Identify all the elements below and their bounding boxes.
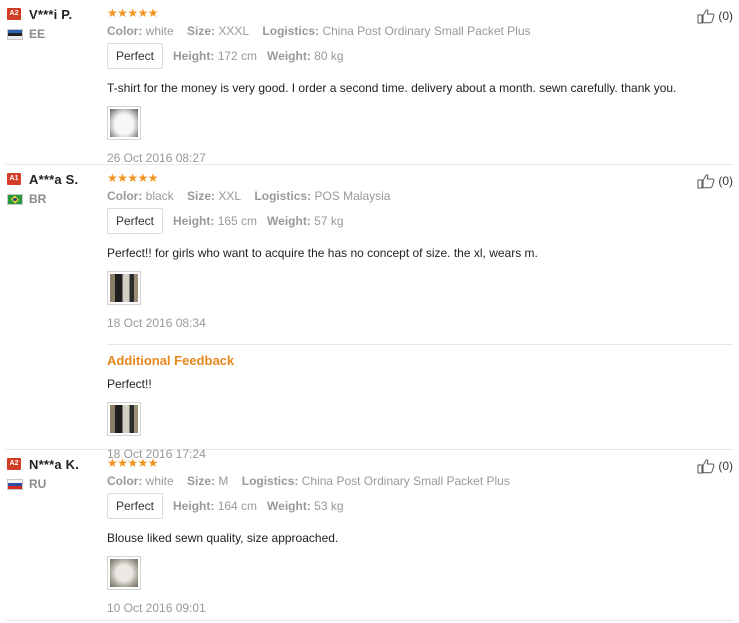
reviewer-name: A***a S. <box>29 171 79 187</box>
fit-badge: Perfect <box>107 43 164 69</box>
logistics-label: Logistics: <box>254 189 312 203</box>
size-value: XXL <box>218 189 242 203</box>
review-photo-thumbnail[interactable] <box>107 106 141 140</box>
review-item: A2 N***a K. RU ★★★★★ Color: white Size: … <box>6 450 733 621</box>
additional-feedback-title: Additional Feedback <box>107 353 235 368</box>
review-photo-thumbnail[interactable] <box>107 556 141 590</box>
helpful-count: (0) <box>718 459 733 473</box>
reviewer-info: A1 A***a S. BR <box>7 172 103 206</box>
size-label: Size: <box>187 24 216 38</box>
color-label: Color: <box>107 24 143 38</box>
height-value: 165 cm <box>217 214 258 228</box>
reviewer-name: V***i P. <box>29 6 73 22</box>
color-value: black <box>145 189 174 203</box>
star-rating: ★★★★★ <box>107 6 158 20</box>
review-photo-thumbnail[interactable] <box>107 271 141 305</box>
thumbs-up-icon <box>697 174 715 189</box>
country-code: EE <box>29 27 46 41</box>
reviewer-name: N***a K. <box>29 456 80 472</box>
color-label: Color: <box>107 474 143 488</box>
helpful-count: (0) <box>718 9 733 23</box>
logistics-value: China Post Ordinary Small Packet Plus <box>322 24 531 38</box>
color-value: white <box>145 24 174 38</box>
weight-label: Weight: <box>267 499 311 513</box>
thumbs-up-icon <box>697 459 715 474</box>
russia-flag-icon <box>7 478 23 490</box>
fit-badge: Perfect <box>107 493 164 519</box>
review-content: ★★★★★ Color: white Size: XXXL Logistics:… <box>107 7 733 165</box>
level-badge-icon: A2 <box>7 458 21 470</box>
additional-photo-thumbnail[interactable] <box>107 402 141 436</box>
review-date: 26 Oct 2016 08:27 <box>107 151 206 165</box>
fit-info: Perfect Height: 165 cm Weight: 57 kg <box>107 208 733 234</box>
height-label: Height: <box>173 499 215 513</box>
star-rating: ★★★★★ <box>107 456 158 470</box>
review-item: A2 V***i P. EE ★★★★★ Color: white Size: … <box>6 0 733 165</box>
level-badge-icon: A2 <box>7 8 21 20</box>
review-date: 10 Oct 2016 09:01 <box>107 601 206 615</box>
height-value: 164 cm <box>217 499 258 513</box>
helpful-count: (0) <box>718 174 733 188</box>
weight-label: Weight: <box>267 49 311 63</box>
brazil-flag-icon <box>7 193 23 205</box>
height-value: 172 cm <box>217 49 258 63</box>
helpful-button[interactable]: (0) <box>697 8 733 24</box>
review-text: T-shirt for the money is very good. I or… <box>107 81 677 95</box>
fit-badge: Perfect <box>107 208 164 234</box>
size-value: M <box>218 474 229 488</box>
level-badge-icon: A1 <box>7 173 21 185</box>
helpful-button[interactable]: (0) <box>697 458 733 474</box>
logistics-value: China Post Ordinary Small Packet Plus <box>301 474 510 488</box>
size-value: XXXL <box>218 24 250 38</box>
additional-feedback: Additional Feedback Perfect!! 18 Oct 201… <box>107 344 733 461</box>
reviewer-info: A2 V***i P. EE <box>7 7 103 41</box>
fit-info: Perfect Height: 172 cm Weight: 80 kg <box>107 43 733 69</box>
order-attributes: Color: black Size: XXL Logistics: POS Ma… <box>107 188 733 204</box>
review-item: A1 A***a S. BR ★★★★★ Color: black Size: … <box>6 165 733 461</box>
weight-value: 57 kg <box>314 214 344 228</box>
logistics-value: POS Malaysia <box>314 189 391 203</box>
color-label: Color: <box>107 189 143 203</box>
helpful-button[interactable]: (0) <box>697 173 733 189</box>
logistics-label: Logistics: <box>262 24 320 38</box>
star-rating: ★★★★★ <box>107 171 158 185</box>
order-attributes: Color: white Size: XXXL Logistics: China… <box>107 23 733 39</box>
height-label: Height: <box>173 214 215 228</box>
review-content: ★★★★★ Color: white Size: M Logistics: Ch… <box>107 457 733 615</box>
fit-info: Perfect Height: 164 cm Weight: 53 kg <box>107 493 733 519</box>
weight-value: 53 kg <box>314 499 344 513</box>
reviewer-info: A2 N***a K. RU <box>7 457 103 491</box>
country-code: RU <box>29 477 47 491</box>
thumbs-up-icon <box>697 9 715 24</box>
weight-label: Weight: <box>267 214 311 228</box>
review-date: 18 Oct 2016 08:34 <box>107 316 206 330</box>
additional-feedback-text: Perfect!! <box>107 377 152 391</box>
color-value: white <box>145 474 174 488</box>
review-text: Blouse liked sewn quality, size approach… <box>107 531 339 545</box>
size-label: Size: <box>187 474 216 488</box>
height-label: Height: <box>173 49 215 63</box>
logistics-label: Logistics: <box>241 474 299 488</box>
weight-value: 80 kg <box>314 49 344 63</box>
review-text: Perfect!! for girls who want to acquire … <box>107 246 538 260</box>
country-code: BR <box>29 192 47 206</box>
size-label: Size: <box>187 189 216 203</box>
review-content: ★★★★★ Color: black Size: XXL Logistics: … <box>107 172 733 461</box>
order-attributes: Color: white Size: M Logistics: China Po… <box>107 473 733 489</box>
estonia-flag-icon <box>7 28 23 40</box>
